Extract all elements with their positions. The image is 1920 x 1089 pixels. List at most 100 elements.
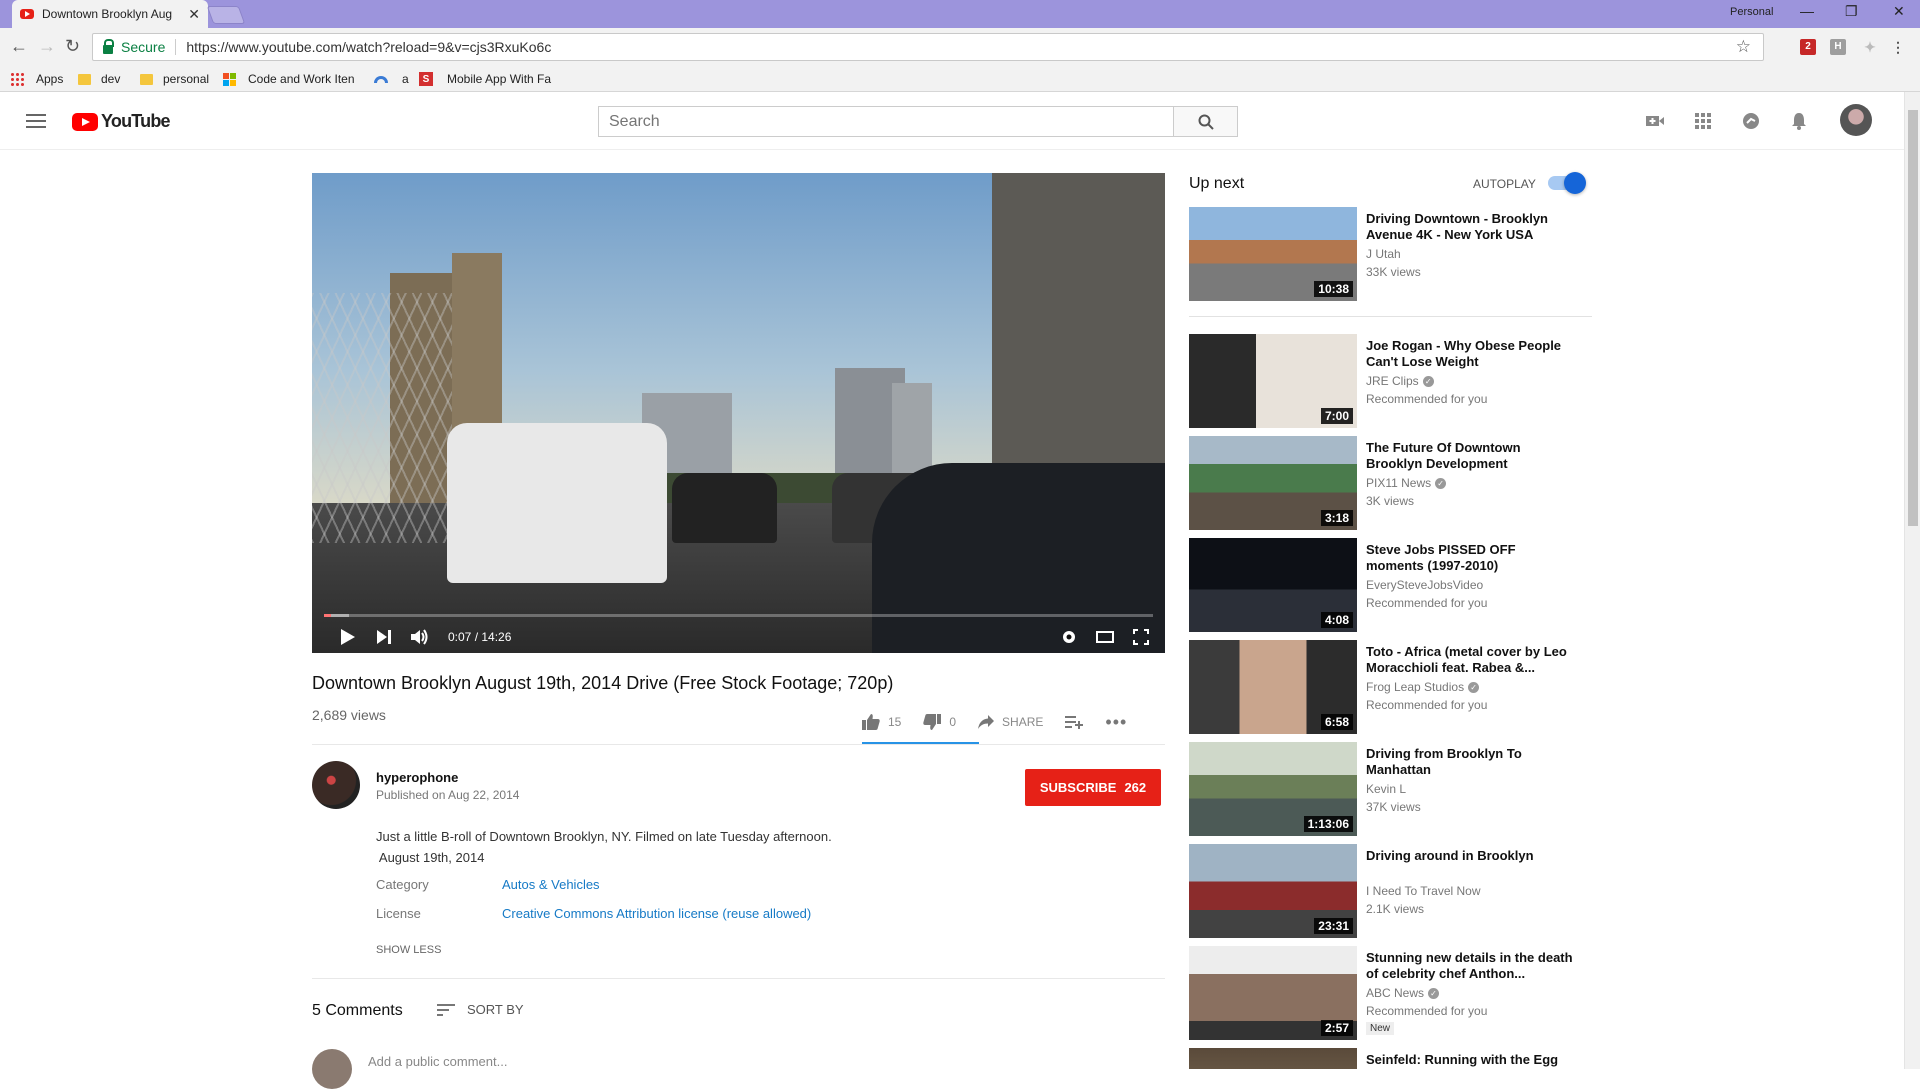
profile-label[interactable]: Personal bbox=[1730, 6, 1773, 18]
back-icon[interactable]: ← bbox=[10, 36, 28, 57]
recommended-video-item[interactable]: Seinfeld: Running with the Egg bbox=[1189, 1048, 1589, 1069]
recommended-video-title[interactable]: Stunning new details in the death of cel… bbox=[1366, 950, 1576, 982]
video-player[interactable]: 0:07 / 14:26 bbox=[312, 173, 1165, 653]
theater-mode-icon bbox=[1096, 631, 1114, 643]
next-button[interactable] bbox=[366, 621, 402, 653]
video-thumbnail[interactable] bbox=[1189, 1048, 1357, 1069]
recommended-video-title[interactable]: Steve Jobs PISSED OFF moments (1997-2010… bbox=[1366, 542, 1576, 574]
autoplay-toggle[interactable] bbox=[1548, 172, 1586, 194]
url-text[interactable]: https://www.youtube.com/watch?reload=9&v… bbox=[186, 39, 551, 55]
video-title: Downtown Brooklyn August 19th, 2014 Driv… bbox=[312, 673, 894, 693]
youtube-logo[interactable]: YouTube bbox=[72, 111, 171, 132]
settings-button[interactable] bbox=[1051, 621, 1087, 653]
video-progress-bar[interactable] bbox=[324, 614, 1153, 617]
channel-avatar[interactable] bbox=[312, 761, 360, 809]
video-thumbnail[interactable]: 7:00 bbox=[1189, 334, 1357, 428]
recommended-video-item[interactable]: 7:00 Joe Rogan - Why Obese People Can't L… bbox=[1189, 334, 1589, 430]
extension-h-icon[interactable]: H bbox=[1830, 39, 1846, 55]
bookmark-a[interactable]: a bbox=[374, 72, 409, 86]
user-avatar[interactable] bbox=[1840, 104, 1872, 136]
messages-icon[interactable] bbox=[1741, 112, 1761, 130]
minimize-icon[interactable]: — bbox=[1800, 3, 1814, 19]
channel-name[interactable]: hyperophone bbox=[376, 770, 458, 785]
video-thumbnail[interactable]: 23:31 bbox=[1189, 844, 1357, 938]
category-link[interactable]: Autos & Vehicles bbox=[502, 877, 600, 892]
video-description: Just a little B-roll of Downtown Brookly… bbox=[376, 829, 832, 865]
recommended-video-title[interactable]: Toto - Africa (metal cover by Leo Moracc… bbox=[1366, 644, 1576, 676]
address-bar[interactable]: Secure https://www.youtube.com/watch?rel… bbox=[92, 33, 1764, 61]
search-icon bbox=[1198, 114, 1214, 130]
window-close-icon[interactable]: ✕ bbox=[1893, 3, 1905, 20]
search-input[interactable] bbox=[599, 107, 1173, 136]
share-button[interactable]: SHARE bbox=[978, 715, 1043, 729]
recommended-video-channel: EverySteveJobsVideo bbox=[1366, 578, 1484, 592]
add-to-playlist-button[interactable] bbox=[1065, 715, 1084, 729]
video-thumbnail[interactable]: 3:18 bbox=[1189, 436, 1357, 530]
view-count: 2,689 views bbox=[312, 707, 386, 723]
recommended-video-item[interactable]: 6:58 Toto - Africa (metal cover by Leo Mo… bbox=[1189, 640, 1589, 736]
browser-titlebar: Downtown Brooklyn Aug ✕ Personal — ❐ ✕ bbox=[0, 0, 1920, 28]
bookmark-star-icon[interactable]: ☆ bbox=[1736, 37, 1751, 57]
search-box bbox=[598, 106, 1238, 137]
like-button[interactable]: 15 bbox=[862, 714, 901, 730]
autoplay-label: AUTOPLAY bbox=[1473, 177, 1536, 191]
theater-mode-button[interactable] bbox=[1087, 621, 1123, 653]
restore-icon[interactable]: ❐ bbox=[1845, 3, 1858, 20]
video-thumbnail[interactable]: 1:13:06 bbox=[1189, 742, 1357, 836]
upload-video-icon[interactable] bbox=[1645, 112, 1665, 130]
add-comment-input[interactable]: Add a public comment... bbox=[368, 1054, 507, 1069]
recommended-video-title[interactable]: Joe Rogan - Why Obese People Can't Lose … bbox=[1366, 338, 1576, 370]
pin-icon[interactable]: ✦ bbox=[1862, 39, 1878, 55]
notifications-bell-icon[interactable] bbox=[1789, 112, 1809, 130]
apps-icon[interactable] bbox=[1693, 112, 1713, 130]
subscribe-button[interactable]: SUBSCRIBE 262 bbox=[1025, 769, 1161, 806]
reload-icon[interactable]: ↻ bbox=[65, 36, 80, 57]
time-display: 0:07 / 14:26 bbox=[448, 630, 512, 644]
recommended-video-title[interactable]: Seinfeld: Running with the Egg bbox=[1366, 1052, 1576, 1068]
new-tab-button[interactable] bbox=[206, 6, 246, 24]
recommended-video-channel: ABC News ✓ bbox=[1366, 986, 1440, 1000]
forward-icon[interactable]: → bbox=[38, 36, 56, 57]
volume-button[interactable] bbox=[402, 621, 438, 653]
video-thumbnail[interactable]: 6:58 bbox=[1189, 640, 1357, 734]
menu-icon[interactable] bbox=[26, 114, 46, 128]
fullscreen-button[interactable] bbox=[1123, 621, 1159, 653]
recommended-video-title[interactable]: Driving around in Brooklyn bbox=[1366, 848, 1576, 864]
recommended-video-channel: Frog Leap Studios ✓ bbox=[1366, 680, 1480, 694]
recommended-video-item[interactable]: 4:08 Steve Jobs PISSED OFF moments (1997-… bbox=[1189, 538, 1589, 634]
recommended-video-meta: 37K views bbox=[1366, 800, 1421, 814]
show-less-button[interactable]: SHOW LESS bbox=[376, 944, 441, 956]
bookmark-mobile-app[interactable]: S Mobile App With Fa bbox=[419, 72, 551, 86]
extension-badge-icon[interactable]: 2 bbox=[1800, 39, 1816, 55]
play-button[interactable] bbox=[330, 621, 366, 653]
video-thumbnail[interactable]: 2:57 bbox=[1189, 946, 1357, 1040]
recommended-video-item[interactable]: 23:31 Driving around in Brooklyn I Need To… bbox=[1189, 844, 1589, 940]
bookmark-code-and-work[interactable]: Code and Work Iten bbox=[223, 72, 355, 86]
recommended-video-title[interactable]: Driving from Brooklyn To Manhattan bbox=[1366, 746, 1576, 778]
bookmark-dev[interactable]: dev bbox=[78, 72, 120, 86]
recommended-video-channel: JRE Clips ✓ bbox=[1366, 374, 1434, 388]
recommended-video-title[interactable]: The Future Of Downtown Brooklyn Developm… bbox=[1366, 440, 1576, 472]
bookmark-apps[interactable]: Apps bbox=[10, 72, 63, 86]
recommended-video-meta: Recommended for you bbox=[1366, 1004, 1488, 1018]
recommended-video-item[interactable]: 2:57 Stunning new details in the death of… bbox=[1189, 946, 1589, 1042]
recommended-video-title[interactable]: Driving Downtown - Brooklyn Avenue 4K - … bbox=[1366, 211, 1576, 243]
video-thumbnail[interactable]: 10:38 bbox=[1189, 207, 1357, 301]
page-scrollbar[interactable] bbox=[1904, 92, 1920, 1069]
bookmark-personal[interactable]: personal bbox=[140, 72, 209, 86]
dislike-button[interactable]: 0 bbox=[923, 714, 956, 730]
recommended-video-item[interactable]: 3:18 The Future Of Downtown Brooklyn Deve… bbox=[1189, 436, 1589, 532]
recommended-video-item[interactable]: 1:13:06 Driving from Brooklyn To Manhatta… bbox=[1189, 742, 1589, 838]
sort-by-button[interactable]: SORT BY bbox=[437, 1002, 524, 1017]
license-link[interactable]: Creative Commons Attribution license (re… bbox=[502, 906, 811, 921]
video-thumbnail[interactable]: 4:08 bbox=[1189, 538, 1357, 632]
youtube-header: YouTube bbox=[0, 92, 1904, 150]
more-actions-button[interactable]: ••• bbox=[1105, 712, 1127, 733]
youtube-favicon-icon bbox=[20, 9, 34, 19]
chrome-menu-icon[interactable]: ⋮ bbox=[1890, 39, 1906, 55]
tab-close-icon[interactable]: ✕ bbox=[188, 6, 200, 23]
scrollbar-thumb[interactable] bbox=[1908, 110, 1918, 526]
recommended-video-item[interactable]: 10:38 Driving Downtown - Brooklyn Avenue … bbox=[1189, 207, 1589, 303]
browser-tab[interactable]: Downtown Brooklyn Aug ✕ bbox=[12, 0, 208, 28]
search-button[interactable] bbox=[1173, 107, 1237, 136]
